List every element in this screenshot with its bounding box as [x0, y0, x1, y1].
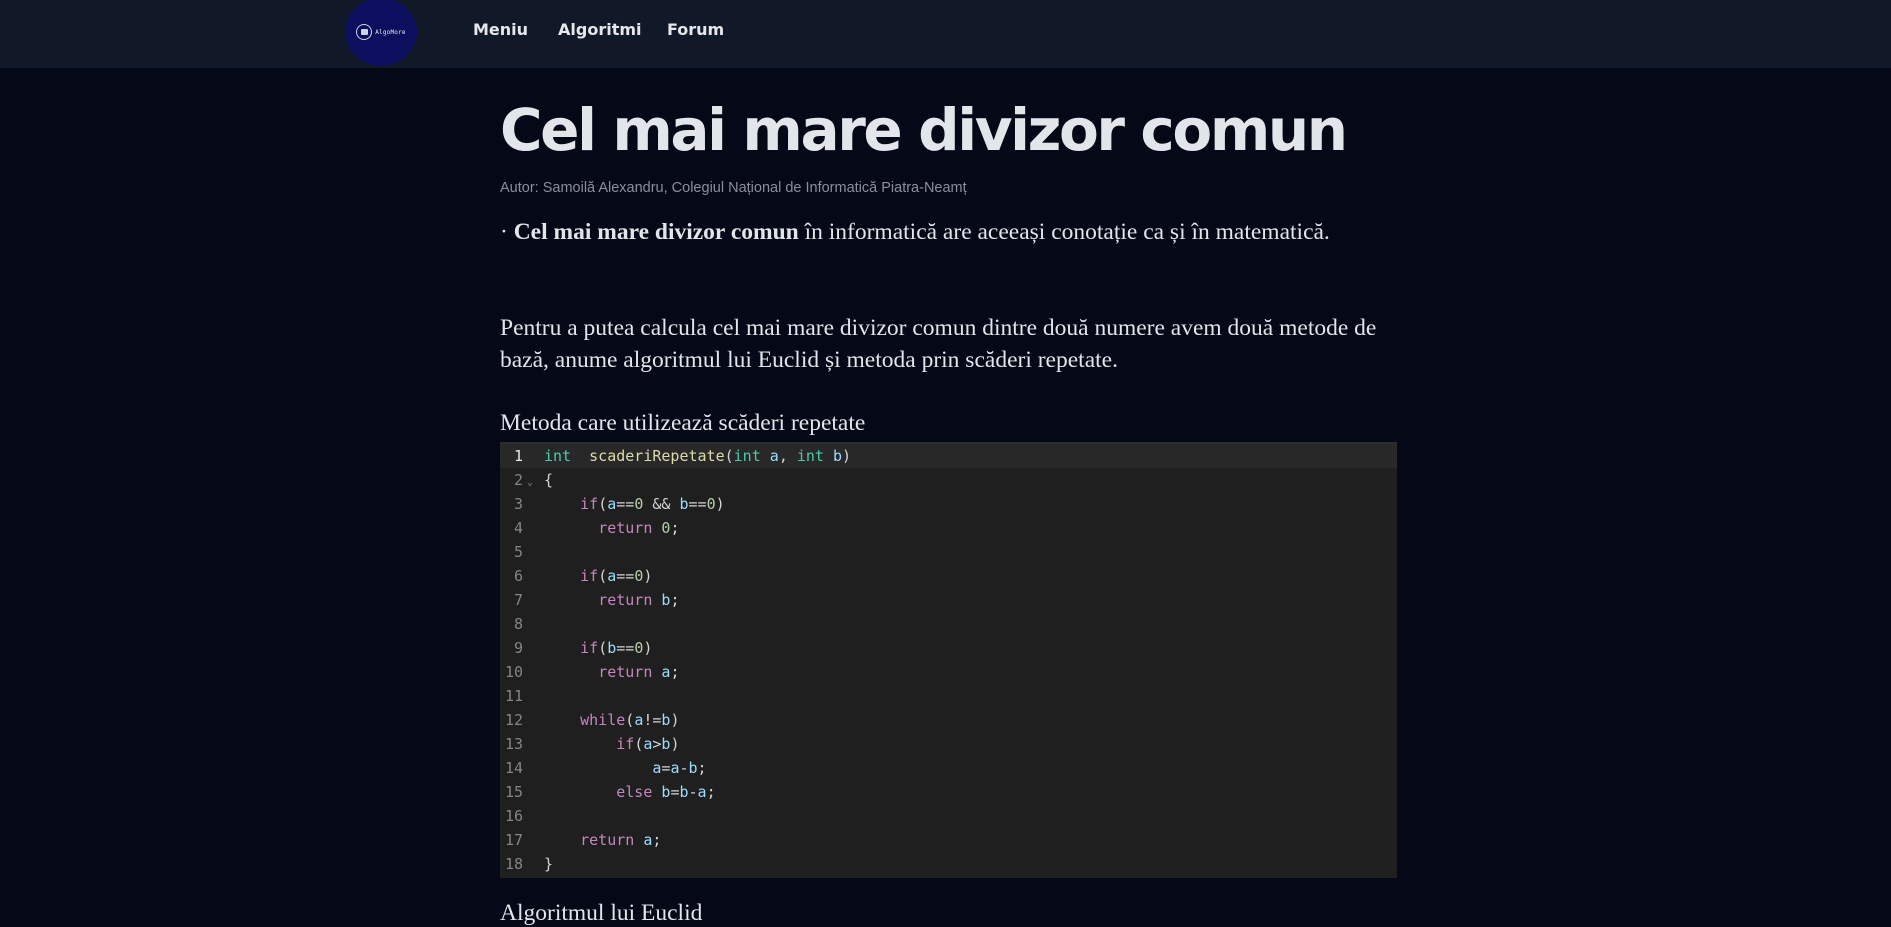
code-text: int scaderiRepetate(int a, int b) [544, 447, 852, 465]
line-number: 18 [504, 855, 523, 873]
code-text: } [544, 855, 554, 873]
site-logo[interactable]: AlgoMore [345, 0, 417, 66]
code-text: return a; [580, 831, 662, 849]
code-line[interactable]: 4 return 0; [500, 516, 1397, 540]
code-text: return 0; [598, 519, 680, 537]
code-line[interactable]: 6 if(a==0) [500, 564, 1397, 588]
code-text: a=a-b; [652, 759, 707, 777]
code-line[interactable]: 16 [500, 804, 1397, 828]
line-number: 6 [513, 567, 523, 585]
code-line[interactable]: 18} [500, 852, 1397, 876]
author-line: Autor: Samoilă Alexandru, Colegiul Națio… [500, 180, 967, 196]
line-number: 17 [504, 831, 523, 849]
line-number: 4 [513, 519, 523, 537]
line-number: 5 [513, 543, 523, 561]
code-text: while(a!=b) [580, 711, 680, 729]
code-line[interactable]: 7 return b; [500, 588, 1397, 612]
line-number: 11 [504, 687, 523, 705]
line-number: 1 [513, 447, 523, 465]
line-number: 3 [513, 495, 523, 513]
logo-icon [356, 24, 373, 40]
line-number: 12 [504, 711, 523, 729]
code-text: return a; [598, 663, 680, 681]
line-number: 15 [504, 783, 523, 801]
line-number: 16 [504, 807, 523, 825]
code-line[interactable]: 10 return a; [500, 660, 1397, 684]
top-navbar: AlgoMore Meniu Algoritmi Forum [0, 0, 1891, 68]
code-line[interactable]: 5 [500, 540, 1397, 564]
code-line[interactable]: 13 if(a>b) [500, 732, 1397, 756]
page-title: Cel mai mare divizor comun [500, 96, 1348, 164]
code-text: if(a==0) [580, 567, 653, 585]
code-line[interactable]: 11 [500, 684, 1397, 708]
intro-bullet: · [500, 219, 514, 245]
code-text: { [544, 471, 554, 489]
code-text: if(a>b) [616, 735, 680, 753]
line-number: 14 [504, 759, 523, 777]
intro-paragraph: · Cel mai mare divizor comun în informat… [500, 216, 1397, 248]
code-text: if(b==0) [580, 639, 653, 657]
code-line[interactable]: 15 else b=b-a; [500, 780, 1397, 804]
code-line[interactable]: 3 if(a==0 && b==0) [500, 492, 1397, 516]
intro-bold-term: Cel mai mare divizor comun [513, 219, 799, 245]
line-number: 13 [504, 735, 523, 753]
code-text: else b=b-a; [616, 783, 716, 801]
code-text: if(a==0 && b==0) [580, 495, 725, 513]
code-text: return b; [598, 591, 680, 609]
line-number: 8 [513, 615, 523, 633]
code-line[interactable]: 12 while(a!=b) [500, 708, 1397, 732]
intro-rest: în informatică are aceeași conotație ca … [798, 219, 1330, 245]
nav-link-forum[interactable]: Forum [667, 20, 724, 39]
logo-content: AlgoMore [356, 24, 406, 40]
line-number: 2 [513, 471, 523, 489]
line-number: 7 [513, 591, 523, 609]
methods-paragraph: Pentru a putea calcula cel mai mare divi… [500, 315, 1377, 373]
nav-link-meniu[interactable]: Meniu [473, 20, 528, 39]
code-line[interactable]: 9 if(b==0) [500, 636, 1397, 660]
code-line[interactable]: 14 a=a-b; [500, 756, 1397, 780]
code-line[interactable]: 2 ⌄{ [500, 468, 1397, 492]
nav-link-algoritmi[interactable]: Algoritmi [558, 20, 642, 39]
section-title-euclid: Algoritmul lui Euclid [500, 900, 703, 926]
code-line[interactable]: 8 [500, 612, 1397, 636]
line-number: 10 [504, 663, 523, 681]
code-line[interactable]: 1 int scaderiRepetate(int a, int b) [500, 444, 1397, 468]
section-title-repeated-subtraction: Metoda care utilizează scăderi repetate [500, 410, 866, 436]
line-number: 9 [513, 639, 523, 657]
logo-text: AlgoMore [375, 28, 406, 36]
code-editor[interactable]: 1 int scaderiRepetate(int a, int b) 2 ⌄{3 i… [500, 442, 1397, 878]
code-line[interactable]: 17 return a; [500, 828, 1397, 852]
